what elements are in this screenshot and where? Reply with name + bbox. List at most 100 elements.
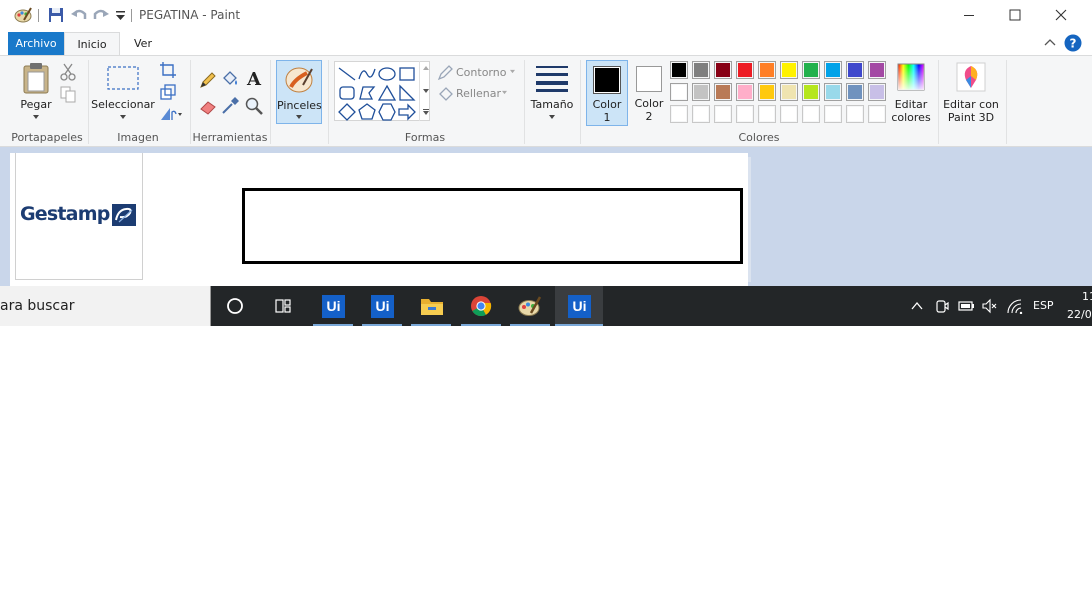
wifi-icon[interactable] xyxy=(1006,298,1024,314)
chevron-down-icon[interactable] xyxy=(509,69,516,74)
save-icon[interactable] xyxy=(47,6,65,24)
quick-access-dropdown-icon[interactable] xyxy=(112,6,130,24)
palette-swatch[interactable] xyxy=(736,83,754,101)
palette-swatch[interactable] xyxy=(670,83,688,101)
palette-swatch[interactable] xyxy=(868,61,886,79)
cortana-button[interactable] xyxy=(211,286,259,326)
select-button[interactable]: Seleccionar xyxy=(90,98,156,111)
crop-icon[interactable] xyxy=(158,60,178,80)
cut-icon[interactable] xyxy=(58,62,78,82)
show-hidden-icons-icon[interactable] xyxy=(910,299,924,313)
rotate-icon[interactable] xyxy=(158,104,184,124)
taskbar-uipath-1[interactable]: Ui xyxy=(309,286,357,326)
palette-swatch[interactable] xyxy=(780,83,798,101)
palette-swatch[interactable] xyxy=(714,105,732,123)
palette-swatch[interactable] xyxy=(714,61,732,79)
outline-button[interactable]: Contorno xyxy=(456,66,506,79)
tab-archivo[interactable]: Archivo xyxy=(8,32,64,55)
palette-swatch[interactable] xyxy=(802,61,820,79)
palette-swatch[interactable] xyxy=(846,61,864,79)
rounded-rectangle-shape-icon[interactable] xyxy=(337,83,357,103)
palette-swatch[interactable] xyxy=(846,83,864,101)
palette-swatch[interactable] xyxy=(824,83,842,101)
minimize-icon[interactable] xyxy=(946,0,992,30)
palette-swatch[interactable] xyxy=(824,61,842,79)
battery-icon[interactable] xyxy=(957,298,975,314)
fill-button[interactable]: Rellenar xyxy=(456,87,501,100)
palette-swatch[interactable] xyxy=(868,105,886,123)
maximize-icon[interactable] xyxy=(992,0,1038,30)
palette-swatch[interactable] xyxy=(802,83,820,101)
paste-button[interactable]: Pegar xyxy=(16,98,56,111)
palette-swatch[interactable] xyxy=(714,83,732,101)
pencil-icon[interactable] xyxy=(198,70,218,90)
diamond-shape-icon[interactable] xyxy=(337,102,357,122)
color-picker-icon[interactable] xyxy=(220,96,240,116)
chevron-down-icon[interactable] xyxy=(32,114,40,120)
meet-now-icon[interactable] xyxy=(934,298,950,314)
color2-button[interactable]: Color 2 xyxy=(630,60,668,126)
taskbar-paint[interactable] xyxy=(506,286,554,326)
eraser-icon[interactable] xyxy=(198,96,218,116)
fill-bucket-icon[interactable] xyxy=(220,69,240,89)
palette-swatch[interactable] xyxy=(846,105,864,123)
taskbar-file-explorer[interactable] xyxy=(407,286,455,326)
drawn-rectangle[interactable] xyxy=(242,188,743,264)
canvas-resize-handle[interactable] xyxy=(748,157,751,282)
color1-button[interactable]: Color 1 xyxy=(586,60,628,126)
palette-swatch[interactable] xyxy=(780,105,798,123)
redo-icon[interactable] xyxy=(92,6,110,24)
curve-shape-icon[interactable] xyxy=(357,64,377,84)
palette-swatch[interactable] xyxy=(692,105,710,123)
taskbar-uipath-active[interactable]: Ui xyxy=(555,286,603,326)
collapse-ribbon-icon[interactable] xyxy=(1042,35,1058,51)
palette-swatch[interactable] xyxy=(692,61,710,79)
volume-muted-icon[interactable] xyxy=(981,298,997,314)
chevron-down-icon[interactable] xyxy=(501,90,508,95)
line-shape-icon[interactable] xyxy=(337,64,357,84)
palette-swatch[interactable] xyxy=(736,61,754,79)
taskbar-uipath-2[interactable]: Ui xyxy=(358,286,406,326)
triangle-shape-icon[interactable] xyxy=(377,83,397,103)
palette-swatch[interactable] xyxy=(802,105,820,123)
chevron-down-icon[interactable] xyxy=(119,114,127,120)
drawing-canvas[interactable]: Gestamp xyxy=(10,153,748,286)
copy-icon[interactable] xyxy=(58,84,78,104)
paint-app-icon[interactable] xyxy=(14,6,32,24)
palette-swatch[interactable] xyxy=(670,61,688,79)
edit-colors-button[interactable]: Editar xyxy=(889,98,933,111)
edit-colors-icon[interactable] xyxy=(897,63,925,91)
palette-swatch[interactable] xyxy=(824,105,842,123)
close-icon[interactable] xyxy=(1038,0,1084,30)
clock-date[interactable]: 22/0 xyxy=(1067,308,1092,321)
rectangle-shape-icon[interactable] xyxy=(397,64,417,84)
scroll-up-icon[interactable] xyxy=(422,65,430,71)
tab-inicio[interactable]: Inicio xyxy=(64,32,120,55)
size-icon[interactable] xyxy=(535,64,569,92)
palette-swatch[interactable] xyxy=(758,105,776,123)
text-icon[interactable]: A xyxy=(244,68,264,88)
shapes-scrollbar[interactable] xyxy=(419,61,431,121)
palette-swatch[interactable] xyxy=(868,83,886,101)
arrow-shape-icon[interactable] xyxy=(397,102,417,122)
oval-shape-icon[interactable] xyxy=(377,64,397,84)
paste-icon[interactable] xyxy=(22,62,50,94)
expand-gallery-icon[interactable] xyxy=(422,108,430,116)
clock-time[interactable]: 11 xyxy=(1082,290,1092,303)
magnifier-icon[interactable] xyxy=(244,96,264,116)
chevron-down-icon[interactable] xyxy=(548,114,556,120)
palette-swatch[interactable] xyxy=(692,83,710,101)
select-icon[interactable] xyxy=(106,64,140,92)
pentagon-shape-icon[interactable] xyxy=(357,102,377,122)
canvas-workspace[interactable]: Gestamp xyxy=(0,147,1092,286)
outline-icon[interactable] xyxy=(436,62,456,82)
palette-swatch[interactable] xyxy=(736,105,754,123)
task-view-button[interactable] xyxy=(259,286,307,326)
fill-icon[interactable] xyxy=(436,84,456,104)
paint3d-icon[interactable] xyxy=(956,62,986,92)
tab-ver[interactable]: Ver xyxy=(124,32,162,55)
taskbar-chrome[interactable] xyxy=(457,286,505,326)
hexagon-shape-icon[interactable] xyxy=(377,102,397,122)
input-language-indicator[interactable]: ESP xyxy=(1033,299,1054,312)
palette-swatch[interactable] xyxy=(758,61,776,79)
